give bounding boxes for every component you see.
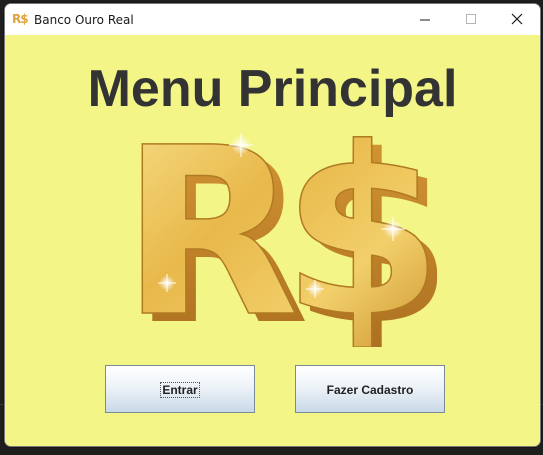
maximize-button[interactable] <box>448 4 494 35</box>
app-window: R$ Banco Ouro Real Menu Principal R$ R$ … <box>4 3 541 447</box>
currency-logo: R$ R$ <box>120 117 437 347</box>
maximize-icon <box>466 14 476 24</box>
app-icon: R$ <box>12 12 29 26</box>
login-button[interactable]: Entrar <box>105 365 255 413</box>
register-button[interactable]: Fazer Cadastro <box>295 365 445 413</box>
minimize-button[interactable] <box>402 4 448 35</box>
login-button-label: Entrar <box>160 382 200 398</box>
window-title: Banco Ouro Real <box>34 13 134 27</box>
close-button[interactable] <box>494 4 540 35</box>
main-panel: Menu Principal R$ R$ Entrar Fazer Cadast… <box>5 35 540 446</box>
page-title: Menu Principal <box>87 60 458 118</box>
title-bar[interactable]: R$ Banco Ouro Real <box>5 4 540 35</box>
close-icon <box>511 13 523 25</box>
minimize-icon <box>420 19 430 21</box>
register-button-label: Fazer Cadastro <box>326 383 414 397</box>
logo-text: R$ <box>121 117 428 347</box>
